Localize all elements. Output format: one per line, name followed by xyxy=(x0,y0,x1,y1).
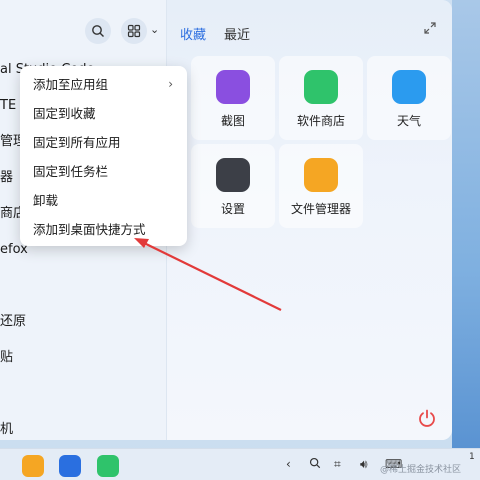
app-tile[interactable]: 设置 xyxy=(191,144,275,228)
list-item[interactable]: 贴 xyxy=(0,340,167,376)
search-icon xyxy=(92,25,104,37)
file-manager-icon[interactable] xyxy=(22,455,44,477)
menu-item[interactable]: 固定到任务栏 xyxy=(20,157,187,186)
menu-item[interactable]: 添加到桌面快捷方式 xyxy=(20,215,187,244)
menu-item-label: 固定到收藏 xyxy=(33,106,96,121)
launcher-toolbar: ⌄ xyxy=(0,18,167,46)
clock[interactable]: 1 xyxy=(469,452,475,462)
tab-favorites[interactable]: 收藏 xyxy=(180,24,206,43)
favorites-pane: 收藏 最近 截图 软件商店 天气设置 文件管理器 xyxy=(167,0,452,440)
menu-item[interactable]: 添加至应用组 › xyxy=(20,70,187,99)
menu-item-label: 卸载 xyxy=(33,193,59,208)
menu-item[interactable]: 固定到收藏 xyxy=(20,99,187,128)
search-icon[interactable] xyxy=(309,457,321,472)
power-button[interactable] xyxy=(415,408,439,432)
menu-item[interactable]: 卸载 xyxy=(20,186,187,215)
app-tile[interactable]: 天气 xyxy=(367,56,451,140)
desktop-wallpaper xyxy=(452,0,480,448)
expand-icon[interactable] xyxy=(424,22,436,38)
store-icon[interactable] xyxy=(97,455,119,477)
settings-icon xyxy=(216,158,250,192)
menu-item[interactable]: 固定到所有应用 xyxy=(20,128,187,157)
file-manager-icon xyxy=(304,158,338,192)
volume-icon[interactable]: 🔊︎ xyxy=(360,457,368,472)
tab-recent[interactable]: 最近 xyxy=(224,24,250,43)
menu-item-label: 添加至应用组 xyxy=(33,77,109,92)
list-item-label: 器 xyxy=(0,170,14,185)
chevron-left-icon[interactable]: ‹ xyxy=(286,457,291,471)
list-item-label: 还原 xyxy=(0,314,27,329)
app-tile[interactable]: 文件管理器 xyxy=(279,144,363,228)
list-item[interactable] xyxy=(0,376,167,412)
view-mode-button[interactable] xyxy=(121,18,147,44)
grid-icon xyxy=(127,24,141,38)
app-tile-label: 软件商店 xyxy=(296,114,345,128)
app-tile[interactable]: 截图 xyxy=(191,56,275,140)
screenshot-tray-icon[interactable]: ⌗ xyxy=(334,457,341,472)
app-tile-label: 天气 xyxy=(396,114,421,128)
chevron-down-icon[interactable]: ⌄ xyxy=(150,23,159,36)
weather-icon xyxy=(392,70,426,104)
list-item-label: 贴 xyxy=(0,350,14,365)
app-tile-label: 截图 xyxy=(220,114,245,128)
screenshot-icon xyxy=(216,70,250,104)
power-icon xyxy=(419,409,435,427)
app-tile-label: 设置 xyxy=(220,202,245,216)
menu-item-label: 固定到任务栏 xyxy=(33,164,109,179)
app-tile[interactable]: 软件商店 xyxy=(279,56,363,140)
list-item[interactable] xyxy=(0,268,167,304)
list-item[interactable]: 还原 xyxy=(0,304,167,340)
app-tile-label: 文件管理器 xyxy=(290,202,351,216)
list-item[interactable]: 机 xyxy=(0,412,167,440)
chevron-right-icon: › xyxy=(168,77,173,91)
menu-item-label: 固定到所有应用 xyxy=(33,135,121,150)
wps-icon[interactable] xyxy=(59,455,81,477)
watermark: @稀土掘金技术社区 xyxy=(380,465,462,475)
context-menu: 添加至应用组 › 固定到收藏固定到所有应用 固定到任务栏 卸载添加到桌面快捷方式 xyxy=(20,66,187,246)
list-item-label: 机 xyxy=(0,422,14,437)
menu-item-label: 添加到桌面快捷方式 xyxy=(33,222,146,237)
search-button[interactable] xyxy=(85,18,111,44)
store-icon xyxy=(304,70,338,104)
